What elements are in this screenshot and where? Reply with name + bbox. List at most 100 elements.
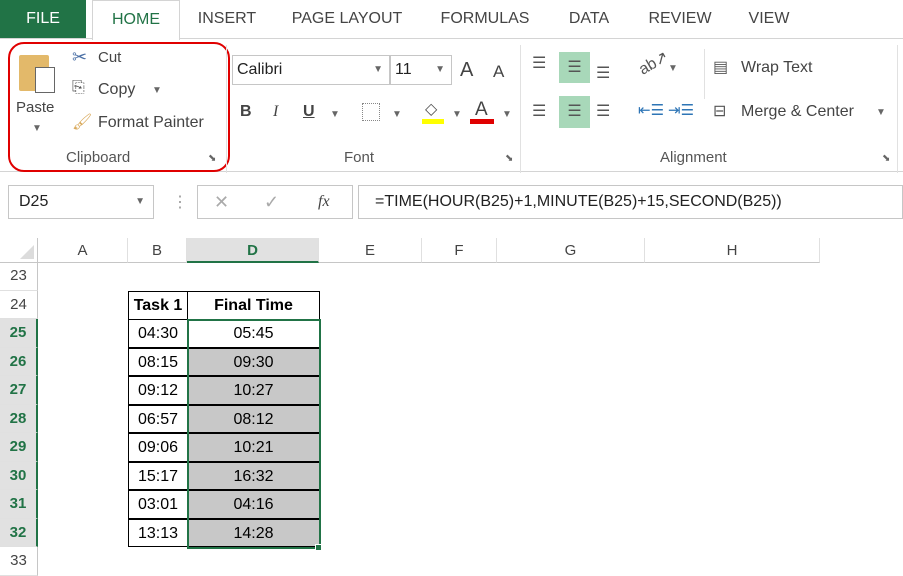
format-painter-button[interactable]: 🖌 Format Painter — [72, 112, 217, 136]
middle-align-icon[interactable]: ☰ — [559, 52, 590, 83]
italic-button[interactable]: I — [273, 103, 278, 121]
dialog-launcher-icon[interactable]: ⬊ — [882, 153, 890, 164]
row-header-24[interactable]: 24 — [0, 290, 38, 319]
column-header-f[interactable]: F — [422, 238, 497, 263]
row-header-30[interactable]: 30 — [0, 461, 38, 490]
font-name-value: Calibri — [237, 61, 283, 78]
borders-icon[interactable] — [362, 103, 380, 121]
tab-page-layout[interactable]: PAGE LAYOUT — [284, 0, 410, 38]
font-name-select[interactable]: Calibri ▼ — [232, 55, 390, 85]
final-time-cell[interactable]: 09:30 — [187, 347, 320, 376]
cancel-icon[interactable]: ✕ — [214, 186, 229, 218]
underline-button[interactable]: U — [303, 103, 315, 121]
row-header-32[interactable]: 32 — [0, 518, 38, 547]
tab-insert[interactable]: INSERT — [188, 0, 266, 38]
final-time-cell[interactable]: 04:16 — [187, 490, 320, 519]
tab-home[interactable]: HOME — [92, 0, 180, 40]
tab-data[interactable]: DATA — [560, 0, 618, 38]
task-cell[interactable]: 09:06 — [128, 433, 188, 462]
scissors-icon: ✂ — [72, 47, 88, 67]
task-cell[interactable]: 04:30 — [128, 319, 188, 348]
chevron-down-icon: ▼ — [135, 196, 145, 207]
align-center-icon[interactable]: ☰ — [559, 96, 590, 128]
merge-icon: ⊟ — [713, 103, 727, 120]
column-header-e[interactable]: E — [319, 238, 422, 263]
fill-color-button[interactable]: ◇ — [422, 99, 444, 125]
column-header-b[interactable]: B — [128, 238, 187, 263]
chevron-down-icon[interactable]: ▼ — [392, 109, 402, 120]
chevron-down-icon[interactable]: ▼ — [668, 63, 678, 74]
tab-formulas[interactable]: FORMULAS — [432, 0, 538, 38]
wrap-text-button[interactable]: ▤ Wrap Text — [713, 57, 833, 81]
paint-bucket-icon: ◇ — [425, 101, 438, 118]
paste-label: Paste — [16, 99, 55, 116]
final-time-cell[interactable]: 05:45 — [187, 319, 320, 348]
merge-center-label: Merge & Center — [741, 103, 854, 120]
bold-button[interactable]: B — [240, 103, 252, 121]
final-time-cell[interactable]: 10:27 — [187, 376, 320, 405]
copy-label: Copy — [98, 81, 136, 98]
fill-handle[interactable] — [315, 544, 322, 551]
top-align-icon[interactable]: ☰ — [532, 53, 546, 73]
task-cell[interactable]: 03:01 — [128, 490, 188, 519]
row-header-28[interactable]: 28 — [0, 404, 38, 433]
row-header-25[interactable]: 25 — [0, 319, 38, 348]
row-header-23[interactable]: 23 — [0, 262, 38, 291]
format-painter-label: Format Painter — [98, 114, 204, 131]
align-left-icon[interactable]: ☰ — [532, 101, 546, 121]
row-header-27[interactable]: 27 — [0, 376, 38, 405]
name-box-value: D25 — [19, 193, 49, 210]
grow-font-button[interactable]: A — [460, 59, 473, 82]
final-time-cell[interactable]: 10:21 — [187, 433, 320, 462]
task-cell[interactable]: 06:57 — [128, 404, 188, 433]
task-cell[interactable]: 08:15 — [128, 347, 188, 376]
final-time-cell[interactable]: 14:28 — [187, 518, 320, 547]
row-header-26[interactable]: 26 — [0, 347, 38, 376]
dialog-launcher-icon[interactable]: ⬊ — [208, 153, 216, 164]
header-cell-final-time[interactable]: Final Time — [187, 291, 320, 320]
paste-icon — [19, 55, 55, 93]
copy-button[interactable]: ⎘ Copy ▼ — [72, 79, 162, 103]
header-cell-task-1[interactable]: Task 1 — [128, 291, 188, 320]
ribbon: Paste ▼ ✂ Cut ⎘ Copy ▼ 🖌 Format Painter … — [0, 38, 903, 173]
chevron-down-icon: ▼ — [876, 107, 886, 118]
chevron-down-icon[interactable]: ▼ — [452, 109, 462, 120]
final-time-cell[interactable]: 16:32 — [187, 461, 320, 490]
chevron-down-icon: ▼ — [152, 85, 162, 96]
font-color-button[interactable]: A — [470, 99, 494, 125]
formula-input[interactable]: =TIME(HOUR(B25)+1,MINUTE(B25)+15,SECOND(… — [358, 185, 903, 219]
tab-file[interactable]: FILE — [0, 0, 86, 38]
row-header-31[interactable]: 31 — [0, 490, 38, 519]
bottom-align-icon[interactable]: ☰ — [596, 63, 610, 83]
tab-view[interactable]: VIEW — [740, 0, 798, 38]
decrease-indent-icon[interactable]: ⇤☰ — [638, 101, 664, 119]
row-header-29[interactable]: 29 — [0, 433, 38, 462]
font-group-label: Font — [344, 149, 375, 166]
increase-indent-icon[interactable]: ⇥☰ — [668, 101, 694, 119]
column-header-d[interactable]: D — [187, 238, 319, 263]
chevron-down-icon[interactable]: ▼ — [330, 109, 340, 120]
align-right-icon[interactable]: ☰ — [596, 101, 610, 121]
task-cell[interactable]: 09:12 — [128, 376, 188, 405]
insert-function-icon[interactable]: fx — [318, 186, 330, 218]
merge-center-button[interactable]: ⊟ Merge & Center ▼ — [713, 101, 888, 125]
tab-review[interactable]: REVIEW — [640, 0, 720, 38]
row-header-33[interactable]: 33 — [0, 547, 38, 576]
alignment-group-label: Alignment — [660, 149, 727, 166]
font-size-select[interactable]: 11 ▼ — [390, 55, 452, 85]
dialog-launcher-icon[interactable]: ⬊ — [505, 153, 513, 164]
task-cell[interactable]: 15:17 — [128, 461, 188, 490]
task-cell[interactable]: 13:13 — [128, 518, 188, 547]
final-time-cell[interactable]: 08:12 — [187, 404, 320, 433]
shrink-font-button[interactable]: A — [493, 62, 504, 82]
column-header-a[interactable]: A — [38, 238, 128, 263]
chevron-down-icon[interactable]: ▼ — [502, 109, 512, 120]
select-all-button[interactable] — [0, 238, 38, 263]
column-header-g[interactable]: G — [497, 238, 645, 263]
paste-button[interactable]: Paste ▼ — [14, 47, 62, 142]
column-header-h[interactable]: H — [645, 238, 820, 263]
enter-icon[interactable]: ✓ — [264, 186, 279, 218]
formula-text: =TIME(HOUR(B25)+1,MINUTE(B25)+15,SECOND(… — [375, 193, 782, 210]
name-box[interactable]: D25 ▼ — [8, 185, 154, 219]
orientation-icon[interactable]: ab↗ — [635, 47, 672, 80]
